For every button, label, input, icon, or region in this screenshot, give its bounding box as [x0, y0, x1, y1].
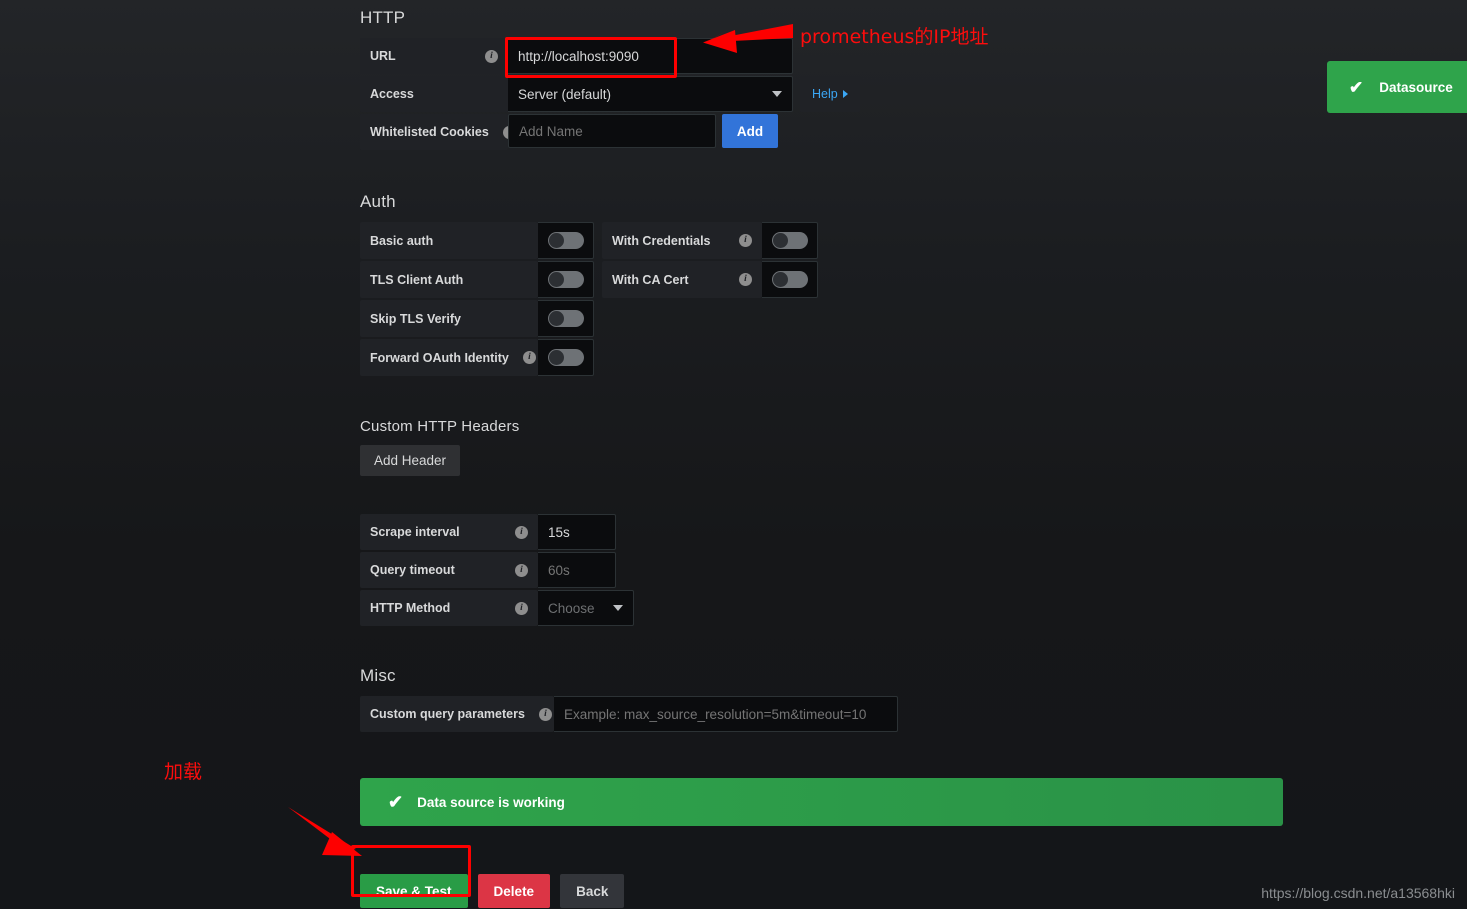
- field-row-scrape-interval: Scrape interval i 15s: [360, 514, 1300, 550]
- forward-oauth-identity-toggle[interactable]: [538, 339, 594, 376]
- info-icon[interactable]: i: [515, 601, 528, 615]
- field-row-http-method: HTTP Method i Choose: [360, 590, 1300, 626]
- http-method-value: Choose: [548, 600, 595, 616]
- info-icon[interactable]: i: [739, 234, 752, 247]
- toggle-switch-icon: [547, 271, 584, 288]
- settings-form: HTTP URL i http://localhost:9090 Access …: [360, 0, 1300, 908]
- auth-row: TLS Client Auth With CA Cert i: [360, 261, 1300, 298]
- chevron-down-icon: [772, 91, 782, 97]
- toggle-switch-icon: [547, 232, 584, 249]
- auth-toggle-grid: Basic auth With Credentials i TLS Client…: [360, 222, 1300, 378]
- info-icon[interactable]: i: [515, 563, 528, 577]
- basic-auth-toggle[interactable]: [538, 222, 594, 259]
- auth-row: Forward OAuth Identity i: [360, 339, 1300, 376]
- info-icon[interactable]: i: [485, 49, 498, 63]
- access-select[interactable]: Server (default): [508, 76, 793, 112]
- scrape-interval-label: Scrape interval i: [360, 514, 538, 550]
- with-credentials-label: With Credentials i: [602, 222, 762, 259]
- auth-row: Basic auth With Credentials i: [360, 222, 1300, 259]
- section-title-custom-http-headers: Custom HTTP Headers: [360, 418, 520, 435]
- info-icon[interactable]: i: [538, 707, 552, 721]
- toggle-switch-icon: [771, 271, 808, 288]
- add-header-button[interactable]: Add Header: [360, 445, 461, 476]
- auth-row: Skip TLS Verify: [360, 300, 1300, 337]
- whitelisted-cookies-input[interactable]: [508, 114, 716, 148]
- info-icon[interactable]: i: [515, 525, 528, 539]
- field-row-access: Access Server (default) Help: [360, 76, 1300, 112]
- section-title-misc: Misc: [360, 666, 396, 685]
- custom-query-parameters-label: Custom query parameters i: [360, 696, 554, 732]
- url-label: URL i: [360, 38, 508, 74]
- info-icon[interactable]: i: [739, 273, 752, 286]
- toggle-switch-icon: [547, 349, 584, 366]
- query-timeout-input[interactable]: [538, 552, 616, 588]
- with-ca-cert-toggle[interactable]: [762, 261, 818, 298]
- annotation-url-note: prometheus的IP地址: [800, 26, 989, 48]
- datasource-toast-notification[interactable]: ✔ Datasource: [1327, 61, 1467, 113]
- access-select-value: Server (default): [518, 86, 612, 102]
- with-credentials-toggle[interactable]: [762, 222, 818, 259]
- with-ca-cert-label: With CA Cert i: [602, 261, 762, 298]
- query-timeout-label: Query timeout i: [360, 552, 538, 588]
- info-icon[interactable]: i: [522, 351, 536, 364]
- delete-button[interactable]: Delete: [477, 874, 551, 908]
- toast-message: Datasource: [1379, 79, 1453, 95]
- toggle-row-with-ca-cert: With CA Cert i: [602, 261, 818, 298]
- action-buttons: Save & Test Delete Back: [360, 874, 1300, 908]
- status-banner: ✔ Data source is working: [360, 778, 1283, 826]
- field-row-query-timeout: Query timeout i: [360, 552, 1300, 588]
- toggle-row-forward-oauth-identity: Forward OAuth Identity i: [360, 339, 594, 376]
- http-method-select[interactable]: Choose: [538, 590, 634, 626]
- basic-auth-label: Basic auth: [360, 222, 538, 259]
- chevron-right-icon: [842, 90, 848, 98]
- access-label: Access: [360, 76, 508, 112]
- back-button[interactable]: Back: [560, 874, 625, 908]
- toggle-row-with-credentials: With Credentials i: [602, 222, 818, 259]
- url-input[interactable]: http://localhost:9090: [508, 38, 793, 74]
- chevron-down-icon: [613, 605, 623, 611]
- check-icon: ✔: [1349, 77, 1364, 97]
- grafana-datasource-settings-page: HTTP URL i http://localhost:9090 Access …: [0, 0, 1467, 909]
- annotation-save-note: 加载: [164, 761, 203, 783]
- skip-tls-verify-toggle[interactable]: [538, 300, 594, 337]
- help-label: Help: [812, 87, 838, 101]
- add-cookie-button[interactable]: Add: [722, 114, 778, 148]
- watermark: https://blog.csdn.net/a13568hki: [1261, 885, 1455, 901]
- interval-fields: Scrape interval i 15s Query timeout i HT…: [360, 514, 1300, 626]
- tls-client-auth-toggle[interactable]: [538, 261, 594, 298]
- http-method-label: HTTP Method i: [360, 590, 538, 626]
- scrape-interval-input[interactable]: 15s: [538, 514, 616, 550]
- whitelisted-cookies-label: Whitelisted Cookies i: [360, 114, 516, 150]
- save-and-test-button[interactable]: Save & Test: [360, 874, 468, 908]
- forward-oauth-identity-label: Forward OAuth Identity i: [360, 339, 538, 376]
- field-row-custom-query-parameters: Custom query parameters i: [360, 696, 1300, 732]
- toggle-row-basic-auth: Basic auth: [360, 222, 594, 259]
- tls-client-auth-label: TLS Client Auth: [360, 261, 538, 298]
- skip-tls-verify-label: Skip TLS Verify: [360, 300, 538, 337]
- toggle-switch-icon: [547, 310, 584, 327]
- toggle-row-tls-client-auth: TLS Client Auth: [360, 261, 594, 298]
- custom-query-parameters-input[interactable]: [554, 696, 898, 732]
- toggle-switch-icon: [771, 232, 808, 249]
- help-button[interactable]: Help: [800, 76, 860, 112]
- section-title-auth: Auth: [360, 192, 396, 211]
- status-banner-message: Data source is working: [417, 794, 565, 810]
- check-icon: ✔: [388, 792, 404, 812]
- toggle-row-skip-tls-verify: Skip TLS Verify: [360, 300, 594, 337]
- field-row-whitelisted-cookies: Whitelisted Cookies i Add: [360, 114, 1300, 150]
